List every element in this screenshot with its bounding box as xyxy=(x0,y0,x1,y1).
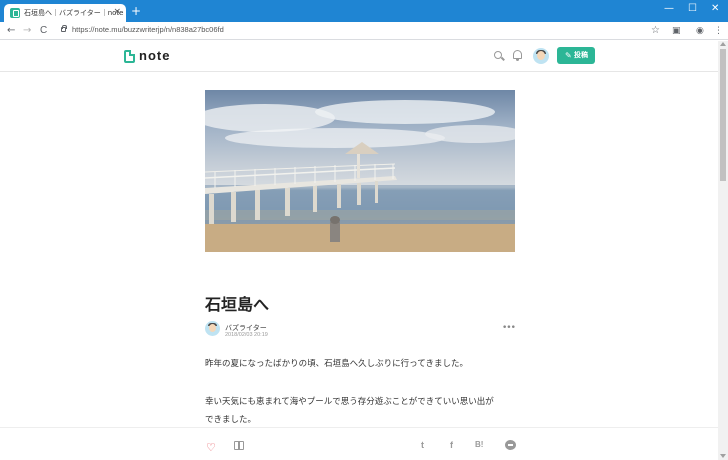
chrome-menu-icon[interactable]: ⋮ xyxy=(714,25,723,37)
browser-tab[interactable]: 石垣島へ｜バズライター｜note × xyxy=(4,4,126,22)
profile-icon[interactable]: ◉ xyxy=(696,25,704,37)
logo-text: note xyxy=(139,48,171,63)
extension-icon[interactable]: ▣ xyxy=(672,25,681,37)
forward-arrow-icon[interactable]: → xyxy=(23,24,31,38)
more-options-icon[interactable]: ••• xyxy=(502,324,516,333)
avatar-face xyxy=(537,51,545,60)
tab-close-icon[interactable]: × xyxy=(113,7,121,17)
browser-titlebar: 石垣島へ｜バズライター｜note × + — ☐ ✕ xyxy=(0,0,728,22)
page-scrollbar[interactable] xyxy=(718,41,728,460)
maximize-button[interactable]: ☐ xyxy=(688,3,697,15)
new-tab-button[interactable]: + xyxy=(131,5,141,17)
bookmark-star-icon[interactable]: ☆ xyxy=(651,24,660,38)
note-logo-icon xyxy=(124,50,135,63)
hatena-bookmark-icon[interactable]: B! xyxy=(475,439,483,451)
post-button-label: 投稿 xyxy=(574,51,588,59)
tab-title: 石垣島へ｜バズライター｜note xyxy=(24,9,124,17)
pier-photo xyxy=(205,100,515,252)
article-action-bar: ♡ t f B! xyxy=(0,427,718,460)
magazine-icon[interactable] xyxy=(234,441,244,450)
browser-toolbar: ← → C https://note.mu/buzzwriterjp/n/n83… xyxy=(0,22,728,40)
page-viewport: note ✎ 投稿 石垣島へ バズライター 2018/02/03 20:19 •… xyxy=(0,41,718,460)
author-avatar-face xyxy=(209,324,216,332)
url-text[interactable]: https://note.mu/buzzwriterjp/n/n838a27bc… xyxy=(72,25,224,34)
address-bar[interactable]: https://note.mu/buzzwriterjp/n/n838a27bc… xyxy=(55,24,665,38)
post-button[interactable]: ✎ 投稿 xyxy=(557,47,595,64)
article-paragraph: 幸い天気にも恵まれて海やプールで思う存分遊ぶことができていい思い出が xyxy=(205,397,494,407)
hero-image xyxy=(205,90,515,252)
author-avatar[interactable] xyxy=(205,321,220,336)
close-window-button[interactable]: ✕ xyxy=(711,3,719,15)
minimize-button[interactable]: — xyxy=(664,3,674,15)
back-arrow-icon[interactable]: ← xyxy=(7,24,15,38)
article-title: 石垣島へ xyxy=(205,295,270,314)
post-date: 2018/02/03 20:19 xyxy=(225,332,268,338)
scroll-up-arrow-icon[interactable] xyxy=(720,42,726,46)
scroll-down-arrow-icon[interactable] xyxy=(720,454,726,458)
line-icon[interactable] xyxy=(505,440,516,450)
twitter-share-icon[interactable]: t xyxy=(421,439,424,451)
search-icon[interactable] xyxy=(494,51,502,59)
note-favicon-icon xyxy=(10,8,20,18)
reload-icon[interactable]: C xyxy=(40,24,47,38)
user-avatar[interactable] xyxy=(533,48,549,64)
pencil-icon: ✎ xyxy=(565,51,572,60)
heart-icon[interactable]: ♡ xyxy=(206,442,216,453)
article-paragraph: 昨年の夏になったばかりの頃、石垣島へ久しぶりに行ってきました。 xyxy=(205,359,468,369)
lock-icon xyxy=(61,25,67,32)
facebook-share-icon[interactable]: f xyxy=(450,439,453,451)
scrollbar-thumb[interactable] xyxy=(720,49,726,181)
bell-icon[interactable] xyxy=(513,50,522,61)
site-header: note ✎ 投稿 xyxy=(0,41,718,72)
